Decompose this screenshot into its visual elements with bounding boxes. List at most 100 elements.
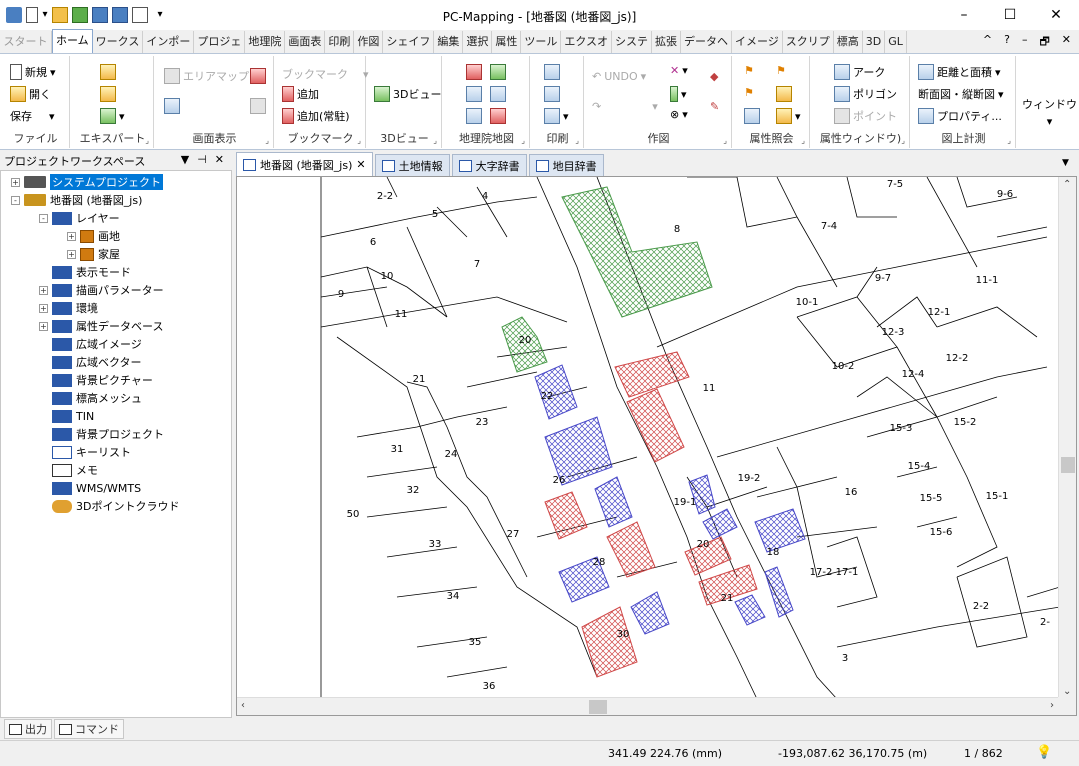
tree-node[interactable]: 背景プロジェクト	[39, 425, 164, 443]
expand-icon[interactable]: +	[67, 249, 76, 259]
launcher-icon[interactable]: ⌟	[433, 136, 437, 145]
house-polygon[interactable]	[626, 388, 685, 463]
mdi-minimize-button[interactable]: –	[1022, 33, 1028, 52]
tree-node[interactable]: + システムプロジェクト	[11, 173, 164, 191]
eraser-button[interactable]: ◆	[710, 70, 718, 83]
save-button[interactable]: 保存 ▾	[10, 108, 55, 124]
attr-flag-2-button[interactable]: ⚑	[776, 64, 786, 77]
ribbon-tab[interactable]: プロジェ	[194, 31, 246, 53]
ribbon-tab[interactable]: データヘ	[681, 31, 733, 53]
overview-button[interactable]	[250, 98, 266, 114]
scroll-up-icon[interactable]: ⌃	[1063, 179, 1071, 190]
expand-icon[interactable]: +	[39, 285, 48, 295]
workspace-menu-button[interactable]: ▼	[181, 153, 189, 166]
horizontal-scrollbar[interactable]: ‹ ›	[237, 697, 1060, 715]
ribbon-tab[interactable]: イメージ	[732, 31, 783, 53]
house-polygon[interactable]	[544, 491, 588, 540]
tab-close-icon[interactable]: ✕	[356, 158, 365, 171]
ribbon-tab[interactable]: シェイフ	[383, 31, 435, 53]
ribbon-collapse-button[interactable]: ^	[983, 33, 992, 52]
tree-node[interactable]: 標高メッシュ	[39, 389, 142, 407]
scroll-down-icon[interactable]: ⌄	[1063, 686, 1071, 697]
lightbulb-icon[interactable]: 💡	[1036, 745, 1052, 760]
print-button[interactable]: ▾	[544, 108, 569, 124]
ribbon-tab[interactable]: インポー	[143, 31, 195, 53]
ribbon-tab[interactable]: 3D	[863, 31, 886, 53]
ribbon-tab[interactable]: 拡張	[652, 31, 682, 53]
draw-vertex-button[interactable]: ⊗ ▾	[670, 108, 688, 121]
ribbon-tab[interactable]: 編集	[434, 31, 464, 53]
gsi-tile-5-button[interactable]	[466, 108, 482, 124]
ribbon-tab[interactable]: ツール	[521, 31, 562, 53]
ribbon-tab[interactable]: 地理院	[245, 31, 286, 53]
pin-icon[interactable]: ⊣	[197, 153, 207, 166]
house-polygon[interactable]	[734, 594, 766, 626]
house-polygon[interactable]	[581, 606, 638, 678]
attr-query-button[interactable]: ▾	[776, 108, 801, 124]
maximize-button[interactable]: ☐	[987, 0, 1033, 30]
open-button[interactable]: 開く	[10, 86, 51, 102]
ribbon-tab[interactable]: 画面表	[285, 31, 326, 53]
expand-icon[interactable]: +	[11, 177, 20, 187]
launcher-icon[interactable]: ⌟	[521, 136, 525, 145]
map-view[interactable]: 2-2 4 5 6 7 8 9 10 11 20 21 22 23 24 26 27 28 30 31 32 33 34 3…	[236, 176, 1077, 716]
bookmark-add-button[interactable]: 追加	[282, 86, 319, 102]
export-shapes-button[interactable]	[100, 86, 116, 102]
tree-node[interactable]: TIN	[39, 407, 94, 425]
distance-area-button[interactable]: 距離と面積 ▾	[918, 64, 1001, 80]
house-polygon[interactable]	[702, 508, 738, 540]
gsi-tile-1-button[interactable]	[466, 64, 482, 80]
display-settings-button[interactable]	[250, 68, 266, 84]
collapse-icon[interactable]: -	[11, 195, 20, 205]
vertical-scrollbar[interactable]: ⌃ ⌄	[1058, 177, 1076, 699]
tree-node[interactable]: 背景ピクチャー	[39, 371, 153, 389]
bookmark-add-persistent-button[interactable]: 追加(常駐)	[282, 108, 350, 124]
gsi-tile-2-button[interactable]	[490, 64, 506, 80]
redo-button[interactable]: ↷ ▾	[592, 100, 658, 113]
tree-node[interactable]: メモ	[39, 461, 98, 479]
scroll-right-icon[interactable]: ›	[1050, 700, 1054, 711]
mdi-close-button[interactable]: ✕	[1062, 33, 1071, 52]
gsi-tile-6-button[interactable]	[490, 108, 506, 124]
close-button[interactable]: ✕	[1033, 0, 1079, 30]
3dview-button[interactable]: 3Dビュー	[374, 86, 441, 102]
mdi-restore-button[interactable]: 🗗	[1039, 33, 1049, 52]
area-map-button[interactable]: エリアマップ	[164, 68, 249, 84]
undo-button[interactable]: ↶ UNDO ▾	[592, 70, 646, 83]
draw-pin-button[interactable]: ▾	[670, 86, 687, 102]
expand-icon[interactable]: +	[67, 231, 76, 241]
tree-node[interactable]: 広域ベクター	[39, 353, 142, 371]
scroll-left-icon[interactable]: ‹	[241, 700, 245, 711]
ribbon-tab[interactable]: エクスオ	[561, 31, 613, 53]
ribbon-tab[interactable]: ホーム	[52, 29, 93, 53]
expand-icon[interactable]: +	[39, 303, 48, 313]
expand-icon[interactable]: +	[39, 321, 48, 331]
property-button[interactable]: プロパティ...	[918, 108, 1002, 124]
tree-node[interactable]: 広域イメージ	[39, 335, 142, 353]
launcher-icon[interactable]: ⌟	[145, 136, 149, 145]
ribbon-tab[interactable]: GL	[885, 31, 907, 53]
print-preview-button[interactable]	[544, 86, 560, 102]
arc-button[interactable]: アーク	[834, 64, 885, 80]
help-icon[interactable]: ?	[1004, 33, 1010, 52]
doc-tabs-menu-button[interactable]: ▼	[1062, 158, 1073, 168]
output-tab[interactable]: コマンド	[54, 719, 124, 739]
house-polygon[interactable]	[764, 566, 794, 618]
tree-node[interactable]: + 描画パラメーター	[39, 281, 164, 299]
ribbon-tab[interactable]: 標高	[834, 31, 863, 53]
launcher-icon[interactable]: ⌟	[1007, 136, 1011, 145]
window-button[interactable]: ウィンドウ ▾	[1022, 96, 1077, 128]
house-polygon[interactable]	[606, 521, 656, 578]
output-tab[interactable]: 出力	[4, 719, 52, 739]
gsi-tile-4-button[interactable]	[490, 86, 506, 102]
ribbon-tab[interactable]: 印刷	[325, 31, 355, 53]
tree-node[interactable]: - レイヤー	[39, 209, 120, 227]
tree-node[interactable]: - 地番図 (地番図_js)	[11, 191, 142, 209]
ribbon-tab[interactable]: ワークス	[93, 31, 144, 53]
tree-node[interactable]: WMS/WMTS	[39, 479, 141, 497]
attr-table-button[interactable]	[744, 108, 760, 124]
tree-node[interactable]: 表示モード	[39, 263, 131, 281]
document-tab[interactable]: 地目辞書	[528, 154, 604, 176]
minimize-button[interactable]: –	[941, 0, 987, 30]
house-polygon[interactable]	[614, 351, 690, 398]
